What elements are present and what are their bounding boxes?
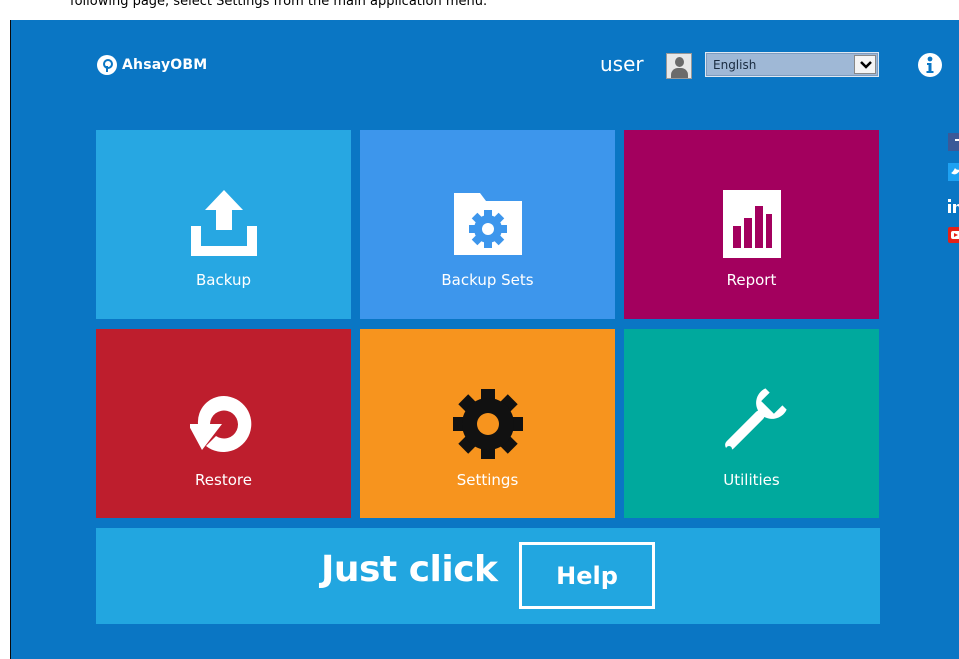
tile-label: Utilities (723, 471, 780, 489)
upload-icon (190, 190, 257, 256)
tile-label: Backup (196, 271, 251, 289)
logo-icon (97, 55, 117, 75)
avatar[interactable] (666, 53, 692, 79)
wrench-icon (724, 388, 787, 452)
bar-chart-icon (722, 190, 781, 258)
tile-backup-sets[interactable]: Backup Sets (360, 130, 615, 319)
twitter-icon[interactable] (948, 163, 959, 181)
info-icon[interactable] (918, 53, 942, 77)
tile-report[interactable]: Report (624, 130, 879, 319)
help-button[interactable]: Help (519, 542, 655, 609)
tile-utilities[interactable]: Utilities (624, 329, 879, 518)
tile-restore[interactable]: Restore (96, 329, 351, 518)
tile-label: Settings (456, 471, 519, 489)
tile-label: Backup Sets (441, 271, 534, 289)
linkedin-icon[interactable] (948, 197, 959, 215)
youtube-icon[interactable] (948, 227, 959, 245)
avatar-body (671, 68, 688, 78)
tile-backup[interactable]: Backup (96, 130, 351, 319)
language-value: English (713, 58, 757, 72)
gear-icon (452, 389, 523, 459)
tile-label: Restore (195, 471, 252, 489)
folder-gear-icon (453, 193, 522, 255)
logo-text: AhsayOBM (122, 57, 208, 73)
help-bar: Just click Help (96, 528, 880, 624)
avatar-head (675, 57, 684, 67)
app-window: AhsayOBM user English Backup Backup Sets… (10, 20, 959, 659)
help-tagline: Just click (321, 549, 498, 590)
tile-settings[interactable]: Settings (360, 329, 615, 518)
language-dropdown-button[interactable] (854, 55, 876, 74)
tile-label: Report (726, 271, 777, 289)
logo: AhsayOBM (97, 55, 207, 75)
document-text: following page, select Settings from the… (70, 0, 488, 9)
chevron-down-icon (860, 61, 872, 69)
document-text-strip: following page, select Settings from the… (0, 0, 959, 20)
user-label: user (600, 52, 644, 76)
facebook-icon[interactable] (948, 133, 959, 151)
language-select[interactable]: English (705, 52, 879, 77)
restore-icon (189, 395, 251, 452)
